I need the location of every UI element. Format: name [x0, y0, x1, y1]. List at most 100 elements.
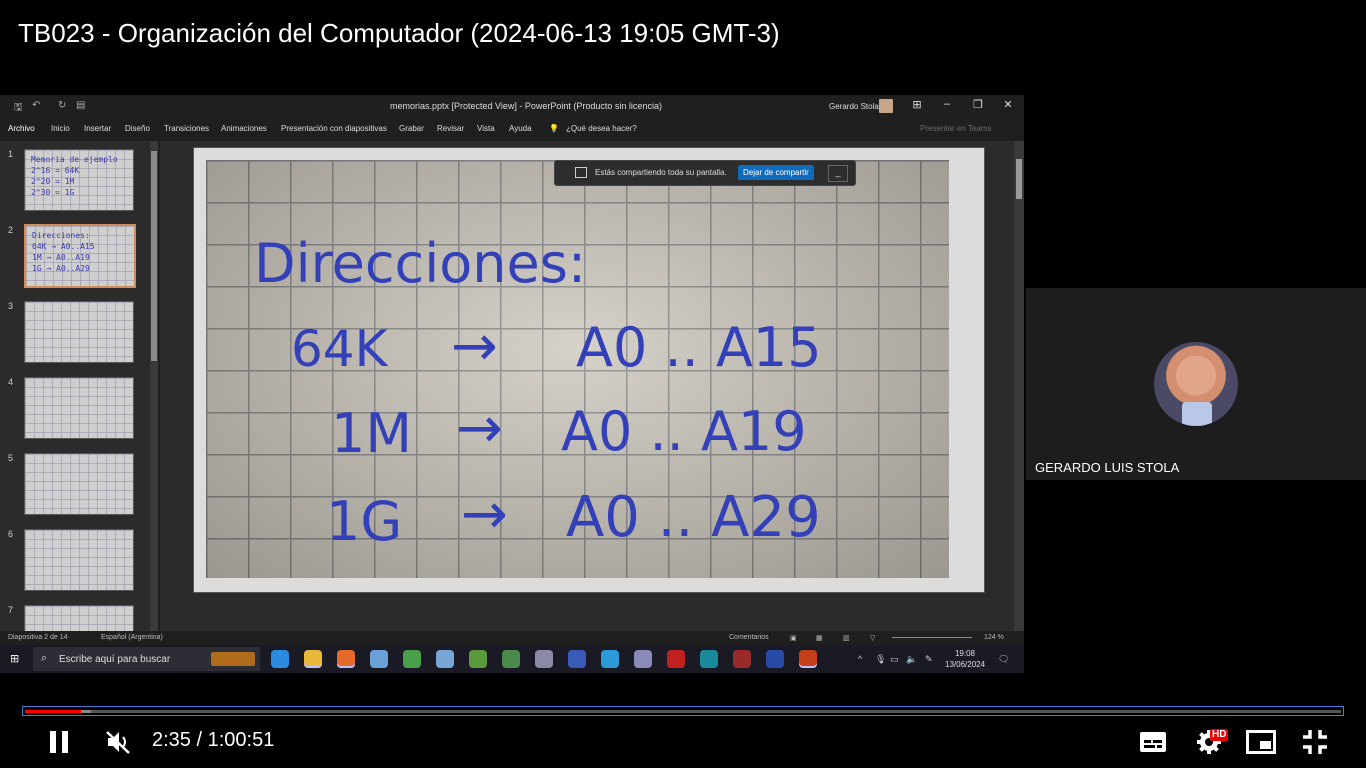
time-display: 2:35 / 1:00:51 — [152, 729, 275, 751]
powerpoint-icon[interactable] — [799, 650, 817, 668]
minimize-icon[interactable]: – — [938, 98, 956, 110]
thumbnail-number: 7 — [8, 605, 14, 615]
video-progress-bar[interactable] — [22, 706, 1344, 716]
present-icon[interactable]: ▤ — [76, 100, 85, 111]
tab-diseno[interactable]: Diseño — [125, 124, 150, 133]
comments-button[interactable]: Comentarios — [729, 634, 769, 641]
save-icon[interactable]: 🖫 — [14, 100, 23, 117]
progress-played — [25, 710, 81, 713]
slide-thumbnail[interactable] — [24, 377, 134, 439]
app-drive-icon[interactable] — [535, 650, 553, 668]
share-screen-icon — [575, 167, 587, 178]
zoom-slider[interactable] — [892, 637, 972, 638]
language-indicator[interactable]: Español (Argentina) — [101, 634, 163, 641]
slide-thumbnail[interactable] — [24, 301, 134, 363]
slide-row-arrow: → — [461, 482, 508, 547]
volume-icon[interactable]: 🔈 — [906, 654, 917, 665]
editor-scrollbar[interactable] — [1014, 141, 1024, 631]
slideshow-icon[interactable]: ▽ — [870, 634, 875, 642]
miniplayer-button[interactable] — [1241, 722, 1281, 762]
taskbar-clock[interactable]: 19:08 13/06/2024 — [945, 648, 985, 670]
video-title: TB023 - Organización del Computador (202… — [18, 18, 780, 48]
slide-editor: Direcciones: 64K → A0 .. A15 1M → A0 .. … — [160, 141, 1014, 631]
close-icon[interactable]: ✕ — [999, 98, 1017, 111]
file-explorer-icon[interactable] — [304, 650, 322, 668]
undo-icon[interactable]: ↶ — [32, 100, 40, 111]
tell-me-search[interactable]: ¿Qué desea hacer? — [566, 124, 637, 133]
firefox-icon[interactable] — [337, 650, 355, 668]
account-name[interactable]: Gerardo Stola — [829, 102, 879, 111]
chevron-up-icon[interactable]: ^ — [858, 654, 862, 664]
redo-icon[interactable]: ↻ — [58, 100, 66, 111]
tab-ayuda[interactable]: Ayuda — [509, 124, 532, 133]
app-globe-icon[interactable] — [370, 650, 388, 668]
thumbnail-number: 6 — [8, 529, 14, 539]
thumbnails-scrollbar[interactable] — [150, 141, 158, 631]
microphone-icon[interactable]: 🎙 — [875, 654, 886, 665]
participant-name: GERARDO LUIS STOLA — [1035, 460, 1180, 475]
slide-row-range: A0 .. A29 — [566, 485, 821, 550]
pen-icon[interactable]: ✎ — [925, 654, 933, 665]
slide-thumbnail[interactable]: Memoria de ejemplo 2^16 = 64K 2^20 = 1M … — [24, 149, 134, 211]
tab-archivo[interactable]: Archivo — [8, 124, 35, 133]
ribbon-display-icon[interactable]: ⊞ — [908, 98, 926, 111]
present-in-teams-button[interactable]: Presentar en Teams — [920, 124, 991, 133]
screen-sharing-bar: Estás compartiendo toda su pantalla. Dej… — [554, 160, 856, 186]
exit-fullscreen-icon — [1303, 730, 1327, 754]
taskbar-search[interactable]: ⌕ Escribe aquí para buscar — [33, 647, 260, 671]
tab-vista[interactable]: Vista — [477, 124, 495, 133]
app-cube-icon[interactable] — [436, 650, 454, 668]
slide-thumbnail-selected[interactable]: Direcciones: 64K → A0..A15 1M → A0..A19 … — [24, 224, 136, 288]
app-tools-icon[interactable] — [502, 650, 520, 668]
app-network-icon[interactable] — [634, 650, 652, 668]
thumbnail-number: 5 — [8, 453, 14, 463]
notifications-icon[interactable]: 🗨 — [998, 654, 1009, 665]
thumbnail-text: Direcciones: 64K → A0..A15 1M → A0..A19 … — [32, 231, 95, 273]
search-highlight-image — [211, 652, 255, 666]
filezilla-icon[interactable] — [667, 650, 685, 668]
slide-row-size: 1G — [326, 490, 403, 553]
telegram-icon[interactable] — [601, 650, 619, 668]
slide-thumbnail[interactable] — [24, 453, 134, 515]
avatar[interactable] — [879, 99, 893, 113]
hd-badge: HD — [1210, 729, 1229, 741]
slide-thumbnail[interactable] — [24, 529, 134, 591]
tab-inicio[interactable]: Inicio — [51, 124, 70, 133]
tab-transiciones[interactable]: Transiciones — [164, 124, 209, 133]
slide-counter: Diapositiva 2 de 14 — [8, 634, 68, 641]
progress-track — [25, 710, 1341, 713]
slide-row-size: 64K — [291, 320, 388, 378]
stop-sharing-button[interactable]: Dejar de compartir — [738, 165, 814, 180]
subtitles-button[interactable] — [1133, 722, 1173, 762]
settings-button[interactable] — [1189, 722, 1229, 762]
minimize-sharing-bar-button[interactable]: _ — [828, 165, 848, 182]
tab-presentacion[interactable]: Presentación con diapositivas — [281, 124, 387, 133]
network-icon[interactable]: ▭ — [890, 654, 899, 665]
app-arrows-icon[interactable] — [568, 650, 586, 668]
app-green-icon[interactable] — [469, 650, 487, 668]
exit-fullscreen-button[interactable] — [1295, 722, 1335, 762]
edge-icon[interactable] — [271, 650, 289, 668]
tab-animaciones[interactable]: Animaciones — [221, 124, 267, 133]
chrome-icon[interactable] — [403, 650, 421, 668]
slide-row-arrow: → — [456, 396, 503, 461]
zoom-level[interactable]: 124 % — [984, 634, 1004, 641]
reading-view-icon[interactable]: ▥ — [843, 634, 850, 642]
powershell-icon[interactable] — [766, 650, 784, 668]
restore-icon[interactable]: ❐ — [969, 98, 987, 111]
tab-insertar[interactable]: Insertar — [84, 124, 111, 133]
slide-thumbnail[interactable] — [24, 605, 134, 633]
tab-revisar[interactable]: Revisar — [437, 124, 464, 133]
windows-start-icon[interactable]: ⊞ — [10, 653, 22, 665]
tab-grabar[interactable]: Grabar — [399, 124, 424, 133]
pause-icon — [50, 731, 68, 753]
app-bug-icon[interactable] — [733, 650, 751, 668]
pause-button[interactable] — [39, 722, 79, 762]
muted-volume-icon — [106, 731, 130, 754]
arduino-icon[interactable] — [700, 650, 718, 668]
slide-sorter-icon[interactable]: ▦ — [816, 634, 823, 642]
thumbnail-text: Memoria de ejemplo 2^16 = 64K 2^20 = 1M … — [31, 155, 118, 197]
normal-view-icon[interactable]: ▣ — [790, 634, 797, 642]
mute-button[interactable] — [98, 722, 138, 762]
slide-heading: Direcciones: — [254, 232, 587, 295]
